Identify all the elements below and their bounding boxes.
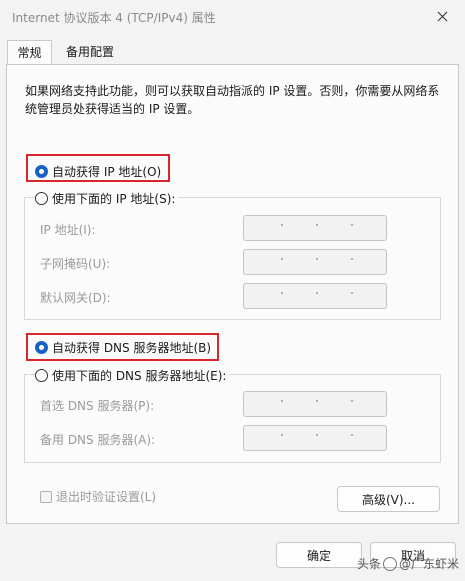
dns-auto-radio[interactable] [35, 340, 48, 354]
subnet-mask-field[interactable] [243, 249, 387, 275]
subnet-mask-label: 子网掩码(U): [40, 257, 111, 271]
tab-general[interactable]: 常规 [7, 40, 52, 65]
alternate-dns-field[interactable] [243, 425, 387, 451]
title-bar: Internet 协议版本 4 (TCP/IPv4) 属性 [0, 0, 465, 34]
ip-manual-radio[interactable] [35, 191, 48, 205]
dns-auto-label: 自动获得 DNS 服务器地址(B) [52, 340, 212, 355]
dns-auto-option[interactable]: 自动获得 DNS 服务器地址(B) [35, 338, 211, 356]
advanced-button[interactable]: 高级(V)... [337, 486, 440, 512]
preferred-dns-label: 首选 DNS 服务器(P): [40, 399, 155, 413]
window-title: Internet 协议版本 4 (TCP/IPv4) 属性 [12, 11, 216, 25]
validate-on-exit-checkbox[interactable] [40, 490, 52, 503]
watermark-handle: @广东虾米 [398, 557, 459, 571]
close-button[interactable] [425, 2, 459, 30]
dns-manual-label: 使用下面的 DNS 服务器地址(E): [52, 368, 227, 383]
default-gateway-label: 默认网关(D): [40, 291, 111, 305]
default-gateway-field[interactable] [243, 283, 387, 309]
ip-manual-option[interactable]: 使用下面的 IP 地址(S): [35, 189, 179, 207]
general-panel: 如果网络支持此功能，则可以获取自动指派的 IP 设置。否则，你需要从网络系统管理… [6, 64, 459, 524]
alternate-dns-label: 备用 DNS 服务器(A): [40, 433, 156, 447]
close-icon [437, 11, 447, 21]
ip-address-label: IP 地址(I): [40, 223, 96, 237]
watermark-prefix: 头条 [356, 557, 381, 571]
watermark: 头条 @广东虾米 [357, 555, 459, 572]
dns-manual-option[interactable]: 使用下面的 DNS 服务器地址(E): [35, 366, 230, 384]
ip-manual-label: 使用下面的 IP 地址(S): [52, 191, 176, 206]
intro-text: 如果网络支持此功能，则可以获取自动指派的 IP 设置。否则，你需要从网络系统管理… [25, 84, 440, 116]
watermark-logo-icon [382, 556, 397, 571]
validate-on-exit-label: 退出时验证设置(L) [56, 490, 157, 504]
validate-on-exit-option[interactable]: 退出时验证设置(L) [40, 488, 156, 505]
ok-button[interactable]: 确定 [276, 542, 362, 568]
ip-auto-radio[interactable] [35, 164, 48, 178]
ip-auto-label: 自动获得 IP 地址(O) [52, 164, 162, 179]
dns-manual-radio[interactable] [35, 368, 48, 382]
preferred-dns-field[interactable] [243, 391, 387, 417]
ip-auto-option[interactable]: 自动获得 IP 地址(O) [35, 162, 161, 180]
tcpipv4-properties-dialog: Internet 协议版本 4 (TCP/IPv4) 属性 常规 备用配置 如果… [0, 0, 465, 581]
tab-alternate-configuration[interactable]: 备用配置 [60, 40, 120, 65]
ip-address-field[interactable] [243, 215, 387, 241]
tab-strip: 常规 备用配置 [0, 40, 465, 65]
